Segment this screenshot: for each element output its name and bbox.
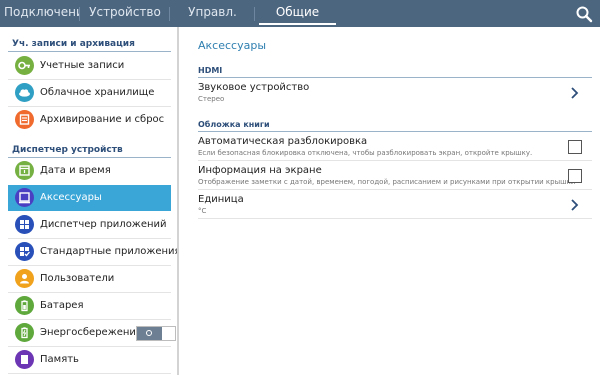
search-icon[interactable] <box>575 5 593 23</box>
default-apps-icon <box>15 242 34 261</box>
accessory-icon <box>15 188 34 207</box>
top-tab-bar: Подключени Устройство Управл. Общие <box>0 0 600 27</box>
app-grid-icon <box>15 215 34 234</box>
accessories-panel: Аксессуары HDMI Звуковое устройство Стер… <box>180 27 600 375</box>
tab-general[interactable]: Общие <box>255 0 340 27</box>
setting-title: Информация на экране <box>198 165 322 176</box>
settings-sidebar: Уч. записи и архивация Учетные записи Об… <box>0 27 177 375</box>
active-tab-indicator <box>259 23 336 25</box>
calendar-clock-icon <box>15 161 34 180</box>
backup-icon <box>15 110 34 129</box>
row-divider <box>198 160 592 161</box>
sidebar-item-app-manager[interactable]: Диспетчер приложений <box>8 212 171 238</box>
chevron-right-icon <box>570 197 580 211</box>
setting-subtitle: Отображение заметки с датой, временем, п… <box>198 178 576 186</box>
setting-title: Звуковое устройство <box>198 82 310 93</box>
item-divider <box>8 373 171 374</box>
auto-unlock-checkbox[interactable] <box>568 140 582 154</box>
sidebar-item-users[interactable]: Пользователи <box>8 266 171 292</box>
setting-subtitle: °C <box>198 207 207 215</box>
section-divider <box>198 131 592 132</box>
sidebar-item-power-saving[interactable]: Энергосбережение <box>8 320 176 346</box>
sidebar-item-default-apps[interactable]: Стандартные приложения <box>8 239 177 265</box>
sidebar-category-accounts: Уч. записи и архивация <box>12 39 135 49</box>
sidebar-item-date-time[interactable]: Дата и время <box>8 158 171 184</box>
chevron-right-icon <box>570 85 580 99</box>
sidebar-item-backup-reset[interactable]: Архивирование и сброс <box>8 107 171 133</box>
tab-device[interactable]: Устройство <box>80 0 170 27</box>
users-icon <box>15 269 34 288</box>
row-divider <box>198 218 592 219</box>
key-icon <box>15 56 34 75</box>
row-divider <box>198 189 592 190</box>
section-header-hdmi: HDMI <box>198 66 223 75</box>
sidebar-item-accessories[interactable]: Аксессуары <box>8 185 171 211</box>
toggle-knob <box>137 327 162 340</box>
tab-controls[interactable]: Управл. <box>170 0 255 27</box>
category-divider <box>8 51 171 52</box>
cloud-icon <box>15 83 34 102</box>
setting-subtitle: Если безопасная блокировка отключена, чт… <box>198 149 533 157</box>
power-saving-toggle[interactable] <box>136 326 176 341</box>
sidebar-item-accounts[interactable]: Учетные записи <box>8 53 171 79</box>
page-title: Аксессуары <box>198 39 266 52</box>
storage-icon <box>15 350 34 369</box>
power-saving-icon <box>15 323 34 342</box>
setting-subtitle: Стерео <box>198 95 225 103</box>
sidebar-item-cloud[interactable]: Облачное хранилище <box>8 80 171 106</box>
screen-info-checkbox[interactable] <box>568 169 582 183</box>
sidebar-item-storage[interactable]: Память <box>8 347 171 373</box>
section-header-book-cover: Обложка книги <box>198 120 270 129</box>
settings-tabs: Подключени Устройство Управл. Общие <box>0 0 570 27</box>
sidebar-divider <box>177 27 179 375</box>
setting-title: Автоматическая разблокировка <box>198 136 368 147</box>
tab-connections[interactable]: Подключени <box>0 0 80 27</box>
sidebar-item-battery[interactable]: Батарея <box>8 293 171 319</box>
battery-icon <box>15 296 34 315</box>
sidebar-category-device-manager: Диспетчер устройств <box>12 145 123 155</box>
section-divider <box>198 77 592 78</box>
setting-title: Единица <box>198 194 244 205</box>
